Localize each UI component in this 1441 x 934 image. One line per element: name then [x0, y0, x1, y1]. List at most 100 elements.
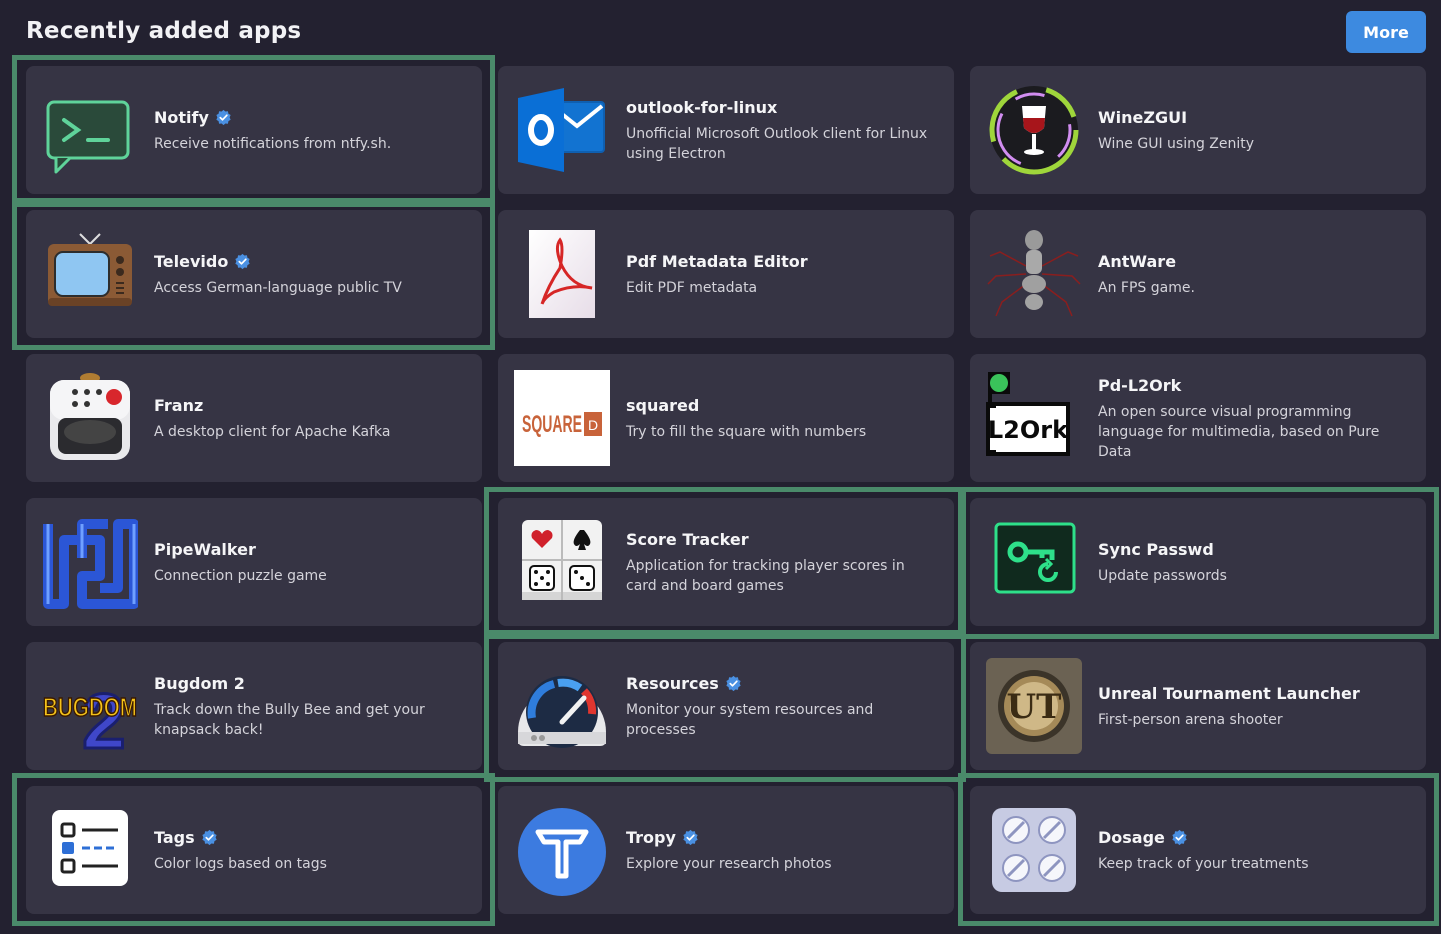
- app-name: Pdf Metadata Editor: [626, 251, 934, 273]
- app-name: Franz: [154, 395, 462, 417]
- section-title: Recently added apps: [26, 18, 302, 44]
- app-card-text: Resources Monitor your system resources a…: [626, 642, 934, 770]
- app-name-label: Dosage: [1098, 827, 1165, 847]
- app-card-bugdom-2[interactable]: 2 BUGDOM Bugdom 2 Track down the Bully Bee …: [26, 642, 482, 770]
- app-name: Notify: [154, 107, 462, 129]
- verified-badge-icon: [1171, 829, 1188, 846]
- app-card-text: Tags Color logs based on tags: [154, 786, 462, 914]
- app-name-label: Notify: [154, 107, 209, 127]
- app-card-text: WineZGUI Wine GUI using Zenity: [1098, 66, 1406, 194]
- pdf-document-icon: [514, 226, 610, 322]
- app-summary: Track down the Bully Bee and get your kn…: [154, 701, 425, 738]
- ant-icon: [986, 226, 1082, 322]
- app-card-text: Unreal Tournament Launcher First-person a…: [1098, 642, 1406, 770]
- app-summary: First-person arena shooter: [1098, 711, 1283, 728]
- app-summary: A desktop client for Apache Kafka: [154, 423, 391, 440]
- app-card-text: AntWare An FPS game.: [1098, 210, 1406, 338]
- pills-icon: [986, 802, 1082, 898]
- app-card-score-tracker[interactable]: Score Tracker Application for tracking pl…: [498, 498, 954, 626]
- app-name: Bugdom 2: [154, 673, 462, 695]
- app-name: PipeWalker: [154, 539, 462, 561]
- card-dice-icon: [514, 514, 610, 610]
- app-name: Sync Passwd: [1098, 539, 1406, 561]
- app-summary: Keep track of your treatments: [1098, 855, 1309, 872]
- app-name-label: Tropy: [626, 827, 676, 847]
- outlook-icon: [514, 82, 610, 178]
- wine-glass-icon: [986, 82, 1082, 178]
- app-card-pdf-metadata-editor[interactable]: Pdf Metadata Editor Edit PDF metadata: [498, 210, 954, 338]
- app-name: Pd-L2Ork: [1098, 375, 1406, 397]
- verified-badge-icon: [215, 109, 232, 126]
- app-name-label: AntWare: [1098, 251, 1177, 271]
- app-name-label: outlook-for-linux: [626, 97, 778, 117]
- app-summary: An FPS game.: [1098, 279, 1195, 296]
- app-name-label: WineZGUI: [1098, 107, 1188, 127]
- verified-badge-icon: [234, 253, 251, 270]
- app-card-outlook-for-linux[interactable]: outlook-for-linux Unofficial Microsoft Ou…: [498, 66, 954, 194]
- app-name-label: Tags: [154, 827, 195, 847]
- app-name-label: Pdf Metadata Editor: [626, 251, 808, 271]
- app-name: Resources: [626, 673, 934, 695]
- app-name: squared: [626, 395, 934, 417]
- more-button[interactable]: More: [1346, 11, 1426, 53]
- app-name: outlook-for-linux: [626, 97, 934, 119]
- app-card-text: PipeWalker Connection puzzle game: [154, 498, 462, 626]
- app-name: Tags: [154, 827, 462, 849]
- app-summary: An open source visual programming langua…: [1098, 403, 1380, 460]
- app-card-televido[interactable]: Televido Access German-language public TV: [26, 210, 482, 338]
- app-name-label: Sync Passwd: [1098, 539, 1214, 559]
- app-summary: Unofficial Microsoft Outlook client for …: [626, 125, 928, 162]
- square-logo-icon: SQUARE D: [514, 370, 610, 466]
- app-summary: Wine GUI using Zenity: [1098, 135, 1255, 152]
- svg-text:UT: UT: [1007, 687, 1062, 727]
- verified-badge-icon: [201, 829, 218, 846]
- app-card-text: Televido Access German-language public TV: [154, 210, 462, 338]
- app-card-text: Tropy Explore your research photos: [626, 786, 934, 914]
- app-summary: Color logs based on tags: [154, 855, 327, 872]
- app-name: WineZGUI: [1098, 107, 1406, 129]
- app-card-dosage[interactable]: Dosage Keep track of your treatments: [970, 786, 1426, 914]
- app-card-unreal-tournament-launcher[interactable]: UT Unreal Tournament Launcher First-person…: [970, 642, 1426, 770]
- app-name: Unreal Tournament Launcher: [1098, 683, 1406, 705]
- app-name-label: Bugdom 2: [154, 673, 245, 693]
- app-summary: Connection puzzle game: [154, 567, 327, 584]
- app-card-winezgui[interactable]: WineZGUI Wine GUI using Zenity: [970, 66, 1426, 194]
- app-card-squared[interactable]: SQUARE D squared Try to fill the square wit…: [498, 354, 954, 482]
- app-name-label: Resources: [626, 673, 719, 693]
- app-card-text: Score Tracker Application for tracking pl…: [626, 498, 934, 626]
- app-card-sync-passwd[interactable]: Sync Passwd Update passwords: [970, 498, 1426, 626]
- retro-tv-icon: [42, 226, 138, 322]
- app-card-text: Sync Passwd Update passwords: [1098, 498, 1406, 626]
- app-summary: Monitor your system resources and proces…: [626, 701, 874, 738]
- app-card-pipewalker[interactable]: PipeWalker Connection puzzle game: [26, 498, 482, 626]
- app-summary: Try to fill the square with numbers: [626, 423, 867, 440]
- app-card-text: Pdf Metadata Editor Edit PDF metadata: [626, 210, 934, 338]
- svg-text:SQUARE: SQUARE: [522, 411, 582, 438]
- app-card-tropy[interactable]: Tropy Explore your research photos: [498, 786, 954, 914]
- app-card-franz[interactable]: Franz A desktop client for Apache Kafka: [26, 354, 482, 482]
- app-card-antware[interactable]: AntWare An FPS game.: [970, 210, 1426, 338]
- pipe-puzzle-icon: [42, 514, 138, 610]
- app-name-label: Unreal Tournament Launcher: [1098, 683, 1360, 703]
- app-card-text: outlook-for-linux Unofficial Microsoft Ou…: [626, 66, 934, 194]
- app-name: Tropy: [626, 827, 934, 849]
- svg-text:BUGDOM: BUGDOM: [43, 692, 137, 722]
- app-name-label: Score Tracker: [626, 529, 749, 549]
- app-name: AntWare: [1098, 251, 1406, 273]
- app-name: Televido: [154, 251, 462, 273]
- app-name-label: Franz: [154, 395, 204, 415]
- app-summary: Explore your research photos: [626, 855, 832, 872]
- app-card-pd-l2ork[interactable]: L2Ork Pd-L2Ork An open source visual progr…: [970, 354, 1426, 482]
- app-card-text: squared Try to fill the square with numbe…: [626, 354, 934, 482]
- key-sync-icon: [986, 514, 1082, 610]
- tropy-icon: [514, 802, 610, 898]
- app-card-notify[interactable]: Notify Receive notifications from ntfy.sh…: [26, 66, 482, 194]
- checklist-icon: [42, 802, 138, 898]
- kafka-machine-icon: [42, 370, 138, 466]
- app-summary: Access German-language public TV: [154, 279, 402, 296]
- app-card-resources[interactable]: Resources Monitor your system resources a…: [498, 642, 954, 770]
- app-card-tags[interactable]: Tags Color logs based on tags: [26, 786, 482, 914]
- app-name: Score Tracker: [626, 529, 934, 551]
- app-summary: Update passwords: [1098, 567, 1227, 584]
- app-name-label: PipeWalker: [154, 539, 256, 559]
